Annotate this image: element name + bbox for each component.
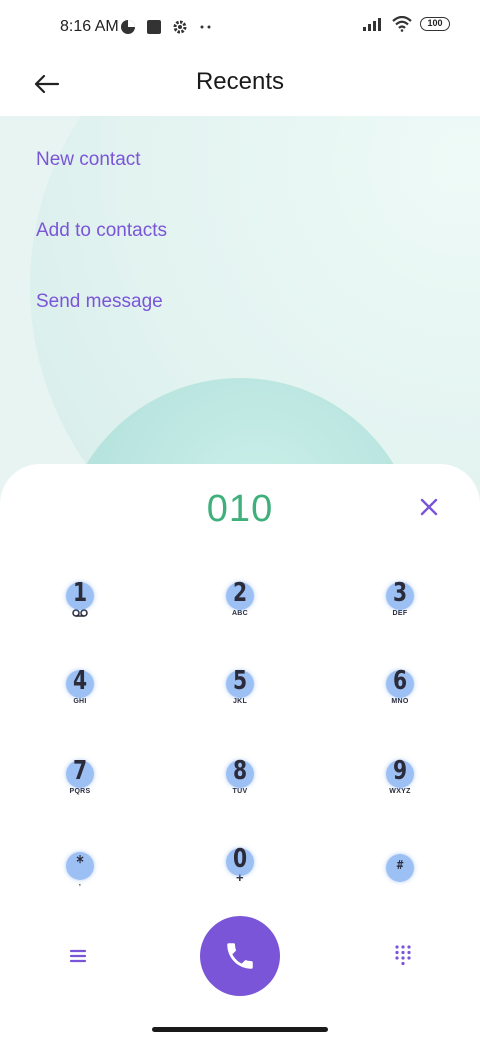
status-time: 8:16 AM bbox=[60, 18, 119, 35]
call-button[interactable] bbox=[200, 916, 280, 996]
key-digit: 2 bbox=[232, 578, 248, 608]
key-digit: 3 bbox=[392, 578, 408, 608]
key-digit: 5 bbox=[232, 666, 248, 696]
status-icons-right: 100 bbox=[362, 16, 450, 32]
settings-icon bbox=[173, 20, 187, 34]
key-digit: 6 bbox=[392, 666, 408, 696]
dial-key-9[interactable]: 9 WXYZ bbox=[340, 756, 460, 826]
more-dots-icon bbox=[200, 25, 211, 29]
dial-key-5[interactable]: 5 JKL bbox=[180, 666, 300, 736]
key-letters: JKL bbox=[232, 698, 248, 705]
dial-key-4[interactable]: 4 GHI bbox=[20, 666, 140, 736]
key-digit: 8 bbox=[232, 756, 248, 786]
dial-key-3[interactable]: 3 DEF bbox=[340, 578, 460, 648]
dialpad-icon bbox=[395, 945, 411, 966]
dial-key-7[interactable]: 7 PQRS bbox=[20, 756, 140, 826]
key-digit: 0 bbox=[232, 844, 248, 874]
key-letters: DEF bbox=[392, 610, 408, 617]
dialed-number: 010 bbox=[206, 488, 274, 530]
dialpad-toggle-button[interactable] bbox=[392, 944, 414, 966]
key-letters: ABC bbox=[231, 610, 249, 617]
send-message-link[interactable]: Send message bbox=[36, 258, 167, 329]
key-digit: 4 bbox=[72, 666, 88, 696]
dial-key-6[interactable]: 6 MNO bbox=[340, 666, 460, 736]
dial-key-1[interactable]: 1 bbox=[20, 578, 140, 648]
dial-key-0[interactable]: 0 + bbox=[180, 844, 300, 914]
key-digit: # bbox=[396, 858, 404, 872]
dial-key-8[interactable]: 8 TUV bbox=[180, 756, 300, 826]
app-header: Recents bbox=[0, 56, 480, 116]
action-menu: New contact Add to contacts Send message bbox=[36, 116, 167, 329]
close-icon bbox=[420, 498, 438, 516]
square-icon bbox=[147, 20, 161, 34]
key-letters: WXYZ bbox=[389, 788, 411, 795]
battery-icon: 100 bbox=[420, 17, 450, 31]
status-bar: 8:16 AM 100 bbox=[0, 0, 480, 56]
key-letters: MNO bbox=[391, 698, 409, 705]
status-icons-left bbox=[120, 19, 214, 35]
dial-key-hash[interactable]: # bbox=[340, 850, 460, 920]
key-digit: 7 bbox=[72, 756, 88, 786]
signal-icon bbox=[363, 18, 381, 31]
key-letters: TUV bbox=[232, 788, 248, 795]
phone-icon bbox=[227, 943, 253, 969]
key-letters: GHI bbox=[73, 698, 87, 705]
new-contact-link[interactable]: New contact bbox=[36, 116, 167, 187]
key-digit: * bbox=[76, 852, 84, 873]
key-digit: 9 bbox=[392, 756, 408, 786]
key-letters: PQRS bbox=[69, 788, 91, 795]
data-saver-icon bbox=[121, 20, 135, 34]
voicemail-icon bbox=[72, 609, 88, 617]
home-indicator[interactable] bbox=[152, 1027, 328, 1032]
dialer-menu-button[interactable] bbox=[66, 944, 90, 968]
key-digit: 1 bbox=[72, 578, 88, 608]
clear-button[interactable] bbox=[416, 494, 442, 520]
wifi-icon bbox=[392, 16, 412, 32]
dialer-panel: 010 1 2 ABC 3 DEF 4 GHI 5 JKL 6 MNO 7 PQ… bbox=[0, 464, 480, 1040]
hamburger-menu-icon bbox=[69, 949, 87, 963]
add-to-contacts-link[interactable]: Add to contacts bbox=[36, 187, 167, 258]
page-title: Recents bbox=[195, 68, 285, 95]
dial-key-2[interactable]: 2 ABC bbox=[180, 578, 300, 648]
key-letters: , bbox=[78, 880, 82, 887]
dial-key-star[interactable]: * , bbox=[20, 848, 140, 918]
